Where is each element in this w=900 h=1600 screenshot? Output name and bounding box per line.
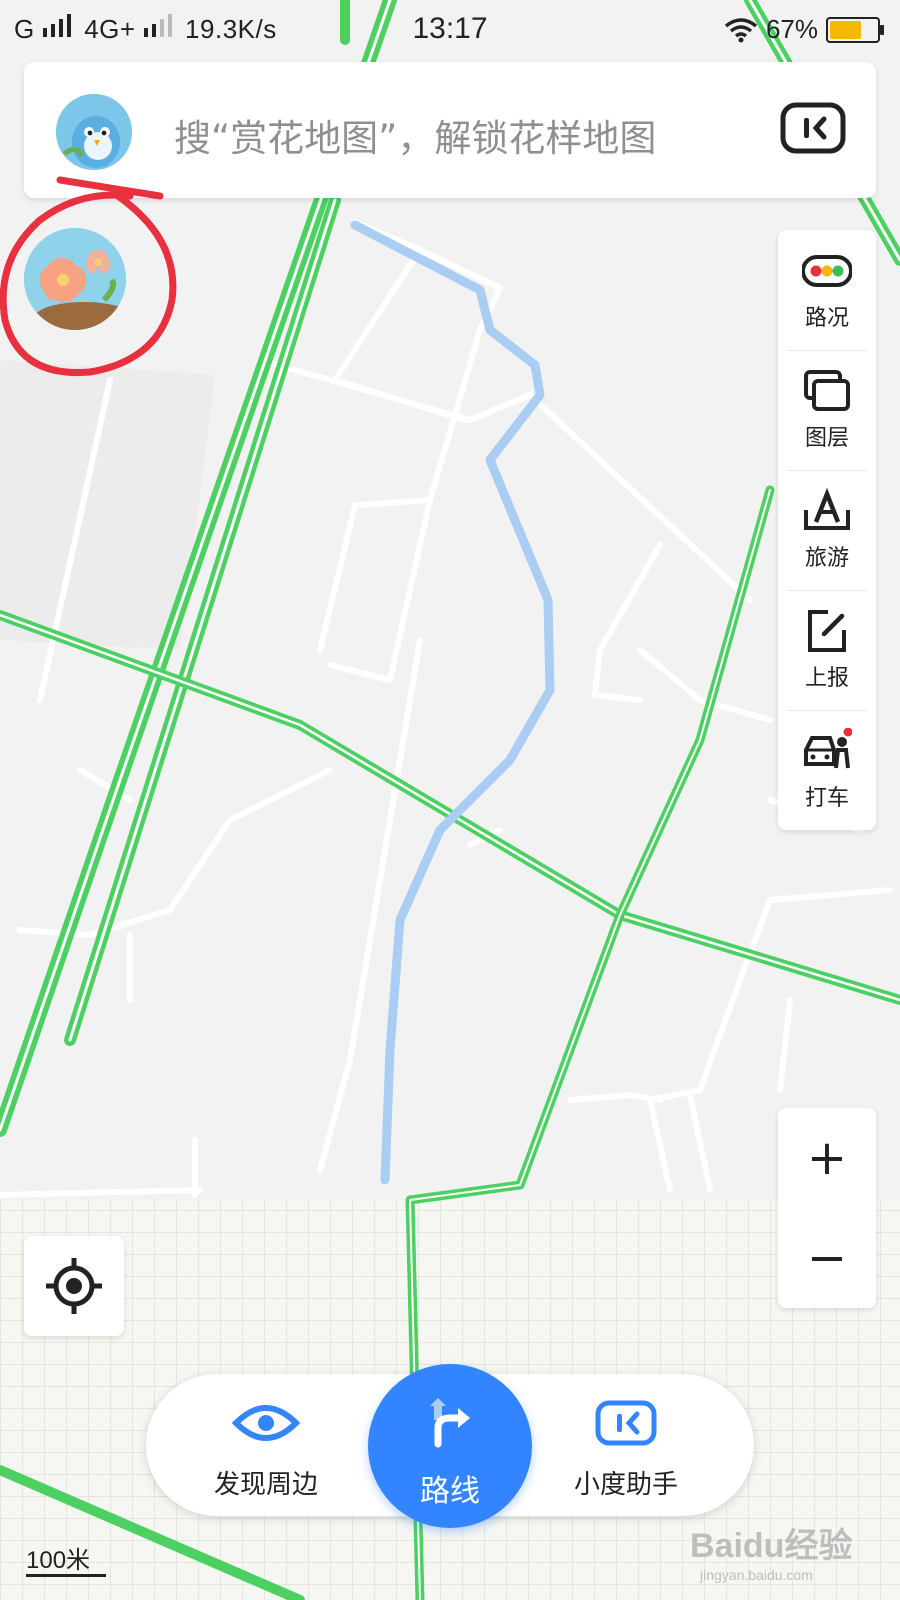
side-item-label: 图层 bbox=[804, 426, 849, 451]
battery-percent: 67% bbox=[765, 14, 818, 44]
discover-nearby-label: 发现周边 bbox=[213, 1470, 318, 1500]
bird-mascot-icon[interactable] bbox=[56, 94, 132, 170]
search-bar[interactable]: 搜“赏花地图”，解锁花样地图 bbox=[24, 62, 876, 198]
locate-icon bbox=[46, 1258, 102, 1314]
scale-bar bbox=[26, 1574, 106, 1577]
side-item-label: 路况 bbox=[804, 306, 849, 331]
route-label: 路线 bbox=[420, 1474, 480, 1509]
watermark-url: jingyan.baidu.com bbox=[700, 1567, 813, 1583]
status-bar: G 4G+ 19.3K/s 13:17 67% bbox=[0, 0, 900, 60]
eye-icon bbox=[231, 1405, 301, 1441]
watermark-brand: Baidu经验 bbox=[690, 1527, 853, 1565]
side-item-label: 打车 bbox=[804, 786, 849, 811]
zoom-out-button[interactable]: − bbox=[778, 1208, 876, 1308]
layers-icon bbox=[804, 370, 850, 411]
wifi-icon bbox=[724, 17, 758, 42]
xiaodu-assistant-button[interactable]: 小度助手 bbox=[546, 1374, 706, 1516]
side-item-travel[interactable]: 旅游 bbox=[778, 470, 876, 590]
flower-map-icon[interactable] bbox=[24, 228, 126, 330]
side-item-label: 上报 bbox=[804, 666, 849, 691]
map-scale: 100米 bbox=[26, 1540, 106, 1577]
xiaodu-assistant-icon[interactable] bbox=[780, 102, 846, 158]
status-right: 67% bbox=[724, 14, 884, 45]
locate-button[interactable] bbox=[24, 1236, 124, 1336]
side-item-traffic[interactable]: 路况 bbox=[778, 230, 876, 350]
side-item-label: 旅游 bbox=[804, 546, 849, 571]
xiaodu-assistant-label: 小度助手 bbox=[573, 1470, 678, 1500]
search-input[interactable]: 搜“赏花地图”，解锁花样地图 bbox=[174, 108, 656, 162]
taxi-icon bbox=[804, 728, 852, 769]
report-icon bbox=[808, 610, 846, 652]
battery-fill bbox=[830, 20, 861, 39]
map-canvas[interactable] bbox=[0, 0, 900, 1600]
traffic-icon bbox=[802, 255, 852, 287]
battery-icon bbox=[826, 16, 884, 43]
route-arrow-icon bbox=[430, 1398, 470, 1448]
scale-label: 100米 bbox=[26, 1547, 91, 1574]
travel-icon bbox=[804, 488, 850, 530]
side-item-taxi[interactable]: 打车 bbox=[778, 710, 876, 830]
side-item-layers[interactable]: 图层 bbox=[778, 350, 876, 470]
discover-nearby-button[interactable]: 发现周边 bbox=[186, 1374, 346, 1516]
xiaodu-assistant-icon bbox=[595, 1400, 657, 1446]
baidu-watermark: Baidu经验 jingyan.baidu.com bbox=[690, 1518, 852, 1583]
map-tools-panel: 路况 图层 旅游 上报 打车 bbox=[778, 230, 876, 830]
route-button[interactable]: 路线 bbox=[368, 1364, 532, 1528]
side-item-report[interactable]: 上报 bbox=[778, 590, 876, 710]
zoom-in-button[interactable]: + bbox=[778, 1108, 876, 1208]
zoom-controls: + − bbox=[778, 1108, 876, 1308]
